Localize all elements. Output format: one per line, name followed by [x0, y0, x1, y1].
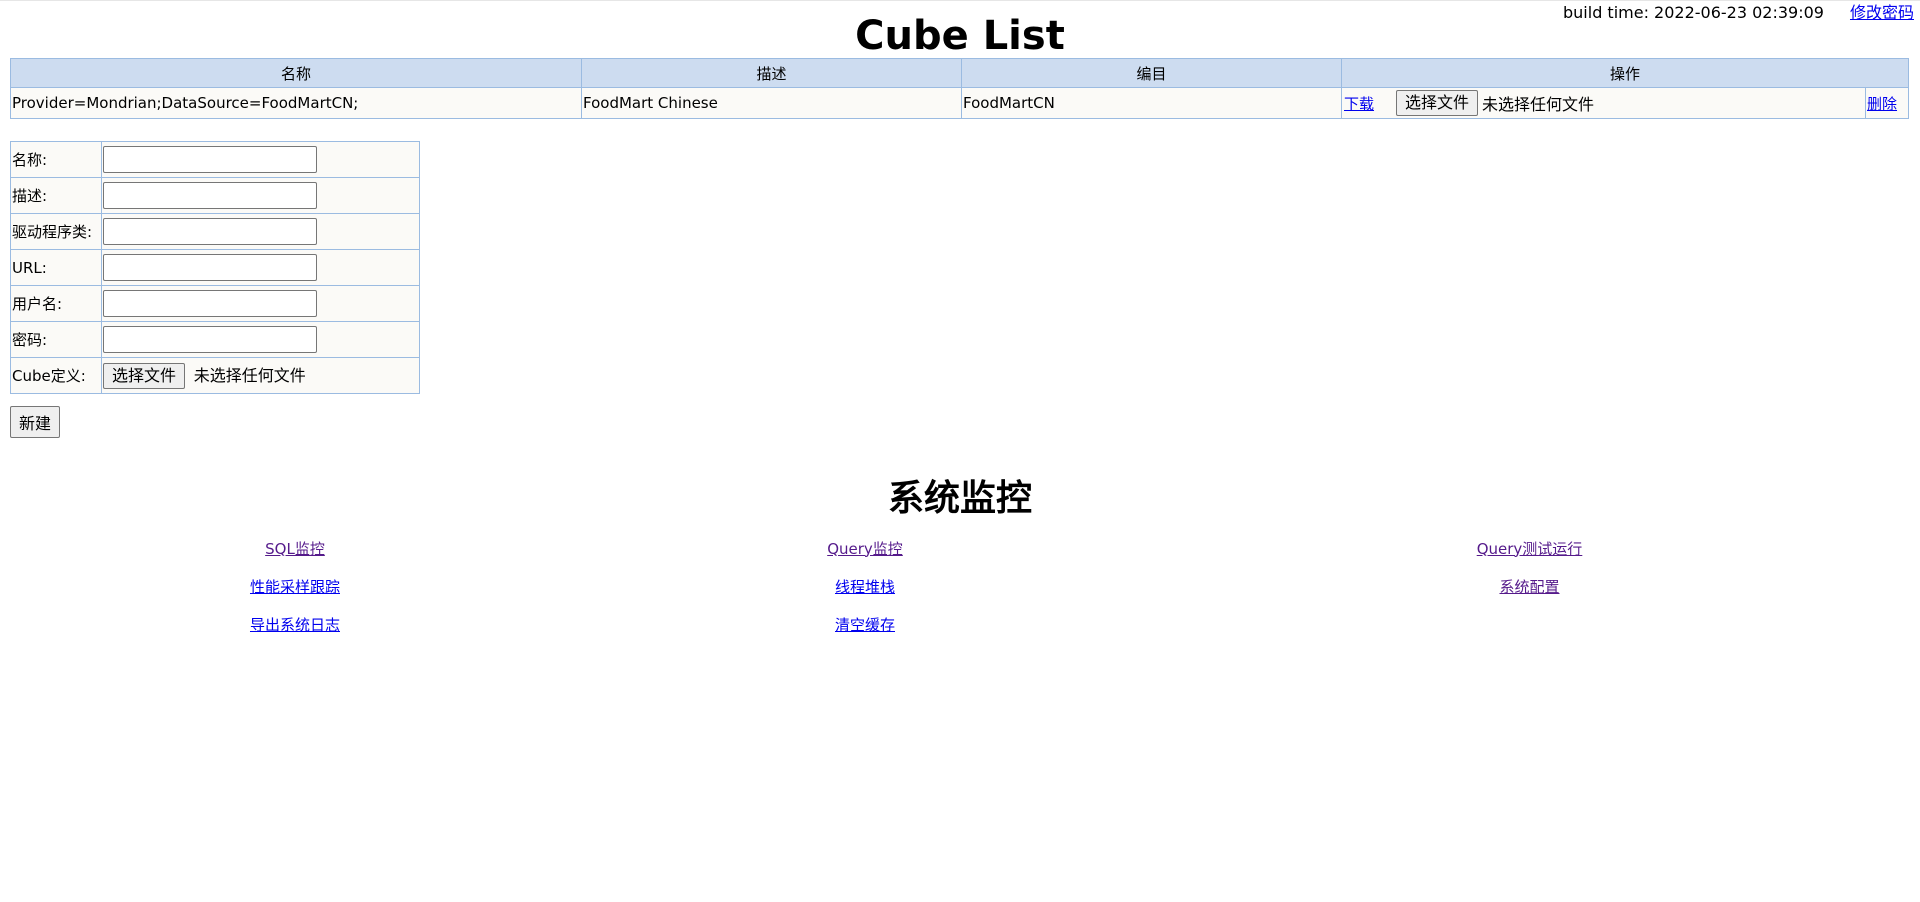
page-title: Cube List [855, 13, 1065, 59]
column-header-description: 描述 [581, 58, 962, 88]
table-row: Provider=Mondrian;DataSource=FoodMartCN;… [10, 87, 1909, 119]
form-row-url: URL: [10, 249, 420, 286]
cell-divider [1865, 88, 1867, 118]
cube-definition-field-cell: 选择文件 未选择任何文件 [101, 357, 420, 394]
form-row-name: 名称: [10, 141, 420, 178]
cube-catalog-cell: FoodMartCN [961, 87, 1342, 119]
password-input[interactable] [103, 326, 317, 353]
description-input[interactable] [103, 182, 317, 209]
name-input[interactable] [103, 146, 317, 173]
username-field-cell [101, 285, 420, 322]
export-system-log-link[interactable]: 导出系统日志 [250, 616, 340, 634]
username-input[interactable] [103, 290, 317, 317]
username-label: 用户名: [10, 285, 102, 322]
system-monitor-links: SQL监控 Query监控 Query测试运行 性能采样跟踪 线程堆栈 系统配置… [10, 529, 1909, 643]
description-field-cell [101, 177, 420, 214]
form-row-cube-definition: Cube定义: 选择文件 未选择任何文件 [10, 357, 420, 394]
password-label: 密码: [10, 321, 102, 358]
system-monitor-title: 系统监控 [887, 478, 1032, 519]
create-button[interactable]: 新建 [10, 406, 61, 438]
driver-class-input[interactable] [103, 218, 317, 245]
choose-file-button[interactable]: 选择文件 [1396, 90, 1479, 116]
query-monitor-link[interactable]: Query监控 [827, 540, 903, 558]
thread-stack-link[interactable]: 线程堆栈 [835, 578, 895, 596]
sql-monitor-link[interactable]: SQL监控 [265, 540, 325, 558]
monitor-row: SQL监控 Query监控 Query测试运行 [10, 529, 1909, 567]
password-field-cell [101, 321, 420, 358]
cube-operations-cell: 下载 选择文件 未选择任何文件 删除 [1341, 87, 1909, 119]
cube-definition-file-button[interactable]: 选择文件 [103, 363, 186, 389]
query-test-run-link[interactable]: Query测试运行 [1477, 540, 1583, 558]
table-header-row: 名称 描述 编目 操作 [10, 58, 1909, 88]
form-row-password: 密码: [10, 321, 420, 358]
description-label: 描述: [10, 177, 102, 214]
column-header-operations: 操作 [1341, 58, 1909, 88]
form-row-driver: 驱动程序类: [10, 213, 420, 250]
new-cube-form: 名称: 描述: 驱动程序类: URL: 用户名: 密码: Cube定义: 选择文… [10, 141, 420, 394]
driver-field-cell [101, 213, 420, 250]
name-label: 名称: [10, 141, 102, 178]
monitor-row: 性能采样跟踪 线程堆栈 系统配置 [10, 567, 1909, 605]
column-header-catalog: 编目 [961, 58, 1342, 88]
driver-class-label: 驱动程序类: [10, 213, 102, 250]
system-config-link[interactable]: 系统配置 [1499, 578, 1559, 596]
performance-sampling-link[interactable]: 性能采样跟踪 [250, 578, 340, 596]
column-header-name: 名称 [10, 58, 582, 88]
cube-description-cell: FoodMart Chinese [581, 87, 962, 119]
name-field-cell [101, 141, 420, 178]
cube-table: 名称 描述 编目 操作 Provider=Mondrian;DataSource… [10, 58, 1909, 119]
no-file-chosen-label: 未选择任何文件 [1482, 95, 1595, 114]
form-row-description: 描述: [10, 177, 420, 214]
cube-name-cell: Provider=Mondrian;DataSource=FoodMartCN; [10, 87, 582, 119]
cube-definition-label: Cube定义: [10, 357, 102, 394]
form-row-username: 用户名: [10, 285, 420, 322]
clear-cache-link[interactable]: 清空缓存 [835, 616, 895, 634]
monitor-row: 导出系统日志 清空缓存 [10, 605, 1909, 643]
cube-definition-no-file-label: 未选择任何文件 [193, 366, 306, 385]
url-label: URL: [10, 249, 102, 286]
url-input[interactable] [103, 254, 317, 281]
delete-link[interactable]: 删除 [1867, 93, 1897, 114]
download-link[interactable]: 下载 [1344, 93, 1396, 114]
url-field-cell [101, 249, 420, 286]
